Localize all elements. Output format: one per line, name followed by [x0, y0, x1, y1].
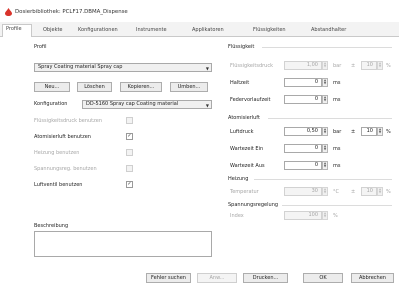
option-checkbox-fluessigkeitsdruck[interactable]: [126, 117, 133, 124]
app-icon: [5, 8, 12, 16]
rename-profile-button[interactable]: Umben...: [170, 82, 208, 92]
tab-konfigurationen[interactable]: Konfigurationen: [75, 26, 121, 37]
luftdruck-tol-stepper[interactable]: ▲ ▼: [377, 127, 383, 136]
luftdruck-unit: bar: [333, 129, 342, 135]
window-title: Dosierbibliothek: PCLF17.DBMA_Dispense: [15, 9, 128, 15]
haltzeit-unit: ms: [333, 80, 341, 86]
check-errors-button[interactable]: Fehler suchen: [146, 273, 191, 283]
tab-profile[interactable]: Profile: [2, 24, 32, 38]
luftdruck-label: Luftdruck: [230, 129, 254, 135]
heizung-divider: [254, 179, 392, 180]
beschreibung-label: Beschreibung: [34, 223, 69, 229]
delete-profile-button[interactable]: Löschen: [77, 82, 112, 92]
atomisierluft-divider: [268, 118, 392, 119]
wartezeit-ein-unit: ms: [333, 146, 341, 152]
temperatur-tol-sep: ±: [351, 189, 356, 195]
heizung-heading: Heizung: [228, 176, 249, 182]
atomisierluft-heading: Atomisierluft: [228, 115, 260, 121]
haltzeit-input[interactable]: 0: [284, 78, 322, 87]
wartezeit-aus-stepper[interactable]: ▲ ▼: [322, 161, 328, 170]
option-label-atomisierluft: Atomisierluft benutzen: [34, 134, 91, 140]
profil-select[interactable]: Spray Coating material Spray cap ▼: [34, 63, 212, 72]
temperatur-label: Temperatur: [230, 189, 259, 195]
option-checkbox-luftventil[interactable]: ✓: [126, 181, 133, 188]
federvorlaufzeit-unit: ms: [333, 97, 341, 103]
chevron-down-icon: ▼: [205, 103, 209, 108]
print-button[interactable]: Drucken...: [243, 273, 288, 283]
fluessigkeit-heading: Flüssigkeit: [228, 44, 255, 50]
apply-button[interactable]: Anw...: [197, 273, 237, 283]
haltzeit-stepper[interactable]: ▲ ▼: [322, 78, 328, 87]
temperatur-tol-unit: %: [386, 189, 391, 195]
tab-abstandhalter[interactable]: Abstandhalter: [308, 26, 349, 37]
index-stepper[interactable]: ▲ ▼: [322, 211, 328, 220]
fluessigkeitsdruck-tol-unit: %: [386, 63, 391, 69]
konfiguration-select[interactable]: DD-5160 Spray cap Coating material ▼: [82, 100, 212, 109]
wartezeit-aus-unit: ms: [333, 163, 341, 169]
konfiguration-select-value: DD-5160 Spray cap Coating material: [86, 101, 179, 107]
ok-button[interactable]: OK: [303, 273, 343, 283]
fluessigkeitsdruck-input[interactable]: 1,00: [284, 61, 322, 70]
spannungsregelung-divider: [282, 205, 392, 206]
temperatur-unit: °C: [333, 189, 339, 195]
wartezeit-ein-stepper[interactable]: ▲ ▼: [322, 144, 328, 153]
cancel-button[interactable]: Abbrechen: [351, 273, 394, 283]
fluessigkeitsdruck-label: Flüssigkeitsdruck: [230, 63, 273, 69]
fluessigkeitsdruck-tol-stepper[interactable]: ▲ ▼: [377, 61, 383, 70]
temperatur-stepper[interactable]: ▲ ▼: [322, 187, 328, 196]
spannungsregelung-heading: Spannungsregelung: [228, 202, 279, 208]
federvorlaufzeit-stepper[interactable]: ▲ ▼: [322, 95, 328, 104]
new-profile-button[interactable]: Neu...: [34, 82, 70, 92]
wartezeit-ein-label: Wartezeit Ein: [230, 146, 264, 152]
option-checkbox-heizung[interactable]: [126, 149, 133, 156]
federvorlaufzeit-input[interactable]: 0: [284, 95, 322, 104]
luftdruck-stepper[interactable]: ▲ ▼: [322, 127, 328, 136]
federvorlaufzeit-label: Federvorlaufzeit: [230, 97, 271, 103]
luftdruck-tol-input[interactable]: 10: [361, 127, 377, 136]
option-label-spannungsreg: Spannungsreg. benutzen: [34, 166, 97, 172]
wartezeit-ein-input[interactable]: 0: [284, 144, 322, 153]
option-label-luftventil: Luftventil benutzen: [34, 182, 83, 188]
tab-objekte[interactable]: Objekte: [40, 26, 66, 37]
konfiguration-label: Konfiguration: [34, 101, 68, 107]
temperatur-tol-stepper[interactable]: ▲ ▼: [377, 187, 383, 196]
wartezeit-aus-input[interactable]: 0: [284, 161, 322, 170]
chevron-down-icon: ▼: [205, 66, 209, 71]
option-label-heizung: Heizung benutzen: [34, 150, 80, 156]
profil-label: Profil: [34, 44, 47, 50]
profil-select-value: Spray Coating material Spray cap: [38, 64, 123, 70]
index-label: Index: [230, 213, 244, 219]
index-input[interactable]: 100: [284, 211, 322, 220]
tab-fluessigkeiten[interactable]: Flüssigkeiten: [250, 26, 289, 37]
wartezeit-aus-label: Wartezeit Aus: [230, 163, 265, 169]
fluessigkeitsdruck-stepper[interactable]: ▲ ▼: [322, 61, 328, 70]
tab-applikatoren[interactable]: Applikatoren: [189, 26, 227, 37]
index-unit: %: [333, 213, 338, 219]
option-checkbox-atomisierluft[interactable]: ✓: [126, 133, 133, 140]
fluessigkeitsdruck-tol-sep: ±: [351, 63, 356, 69]
temperatur-input[interactable]: 30: [284, 187, 322, 196]
fluessigkeitsdruck-tol-input[interactable]: 10: [361, 61, 377, 70]
haltzeit-label: Haltzeit: [230, 80, 250, 86]
temperatur-tol-input[interactable]: 10: [361, 187, 377, 196]
beschreibung-textarea[interactable]: [34, 231, 212, 257]
luftdruck-tol-sep: ±: [351, 129, 356, 135]
luftdruck-tol-unit: %: [386, 129, 391, 135]
luftdruck-input[interactable]: 0,50: [284, 127, 322, 136]
option-checkbox-spannungsreg[interactable]: [126, 165, 133, 172]
fluessigkeit-divider: [262, 47, 392, 48]
copy-profile-button[interactable]: Kopieren...: [120, 82, 162, 92]
fluessigkeitsdruck-unit: bar: [333, 63, 342, 69]
tab-instrumente[interactable]: Instrumente: [133, 26, 170, 37]
option-label-fluessigkeitsdruck: Flüssigkeitsdruck benutzen: [34, 118, 103, 124]
